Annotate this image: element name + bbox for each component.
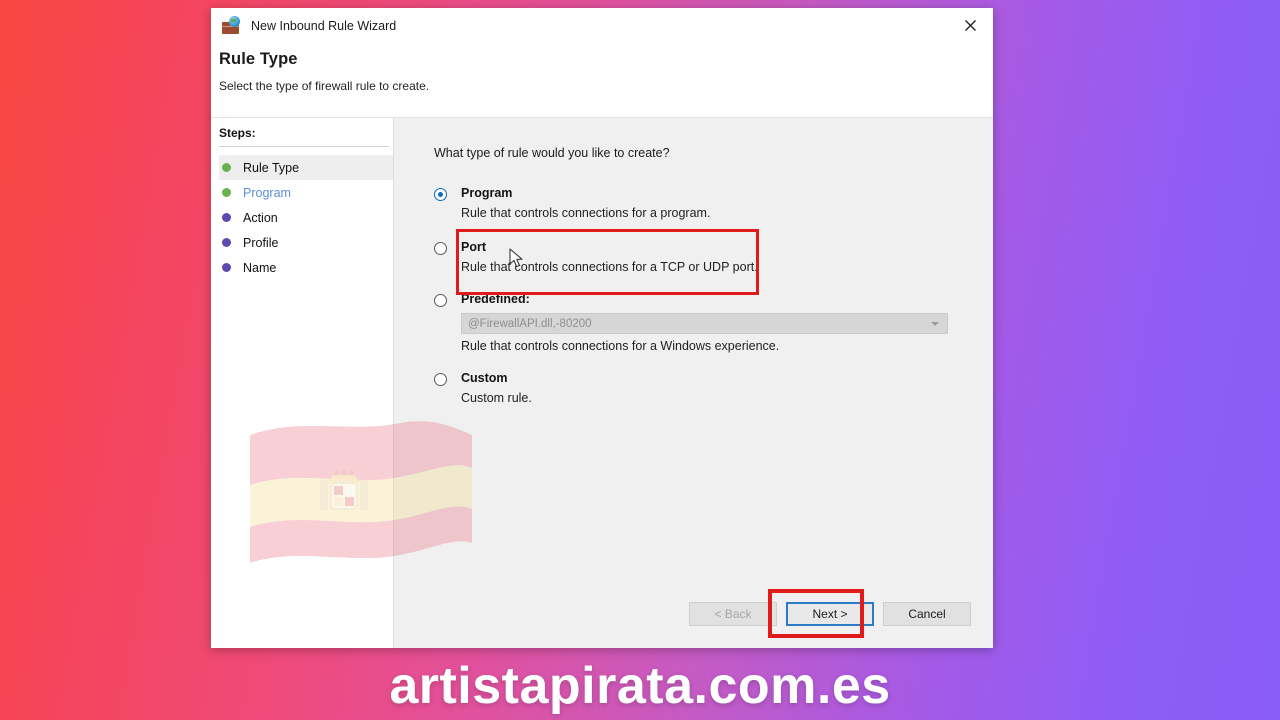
sidebar-item-rule-type[interactable]: Rule Type <box>219 155 393 180</box>
content-panel: What type of rule would you like to crea… <box>394 118 993 648</box>
dialog-header: Rule Type Select the type of firewall ru… <box>211 44 993 118</box>
option-title: Port <box>461 240 486 254</box>
step-bullet-icon <box>222 238 231 247</box>
site-watermark: artistapirata.com.es <box>389 657 891 715</box>
radio-port[interactable] <box>434 242 447 255</box>
predefined-rule-dropdown[interactable]: @FirewallAPI.dll,-80200 <box>461 313 948 334</box>
sidebar-item-label: Action <box>243 210 278 225</box>
back-button[interactable]: < Back <box>689 602 777 626</box>
option-predefined[interactable]: Predefined: @FirewallAPI.dll,-80200 Rule… <box>434 292 993 353</box>
dialog-titlebar: New Inbound Rule Wizard <box>211 8 993 44</box>
radio-custom[interactable] <box>434 373 447 386</box>
sidebar-item-program[interactable]: Program <box>219 180 393 205</box>
option-title: Custom <box>461 371 508 385</box>
dialog-body: Steps: Rule Type Program Action Profile <box>211 118 993 648</box>
radio-predefined[interactable] <box>434 294 447 307</box>
option-title: Program <box>461 186 513 200</box>
dialog-footer: < Back Next > Cancel <box>434 589 993 648</box>
window-title: New Inbound Rule Wizard <box>251 19 397 33</box>
firewall-globe-icon <box>221 16 243 36</box>
option-program[interactable]: Program Rule that controls connections f… <box>434 186 993 220</box>
radio-program[interactable] <box>434 188 447 201</box>
rule-type-question: What type of rule would you like to crea… <box>434 146 670 160</box>
steps-divider <box>219 146 389 147</box>
sidebar-item-action[interactable]: Action <box>219 205 393 230</box>
step-bullet-icon <box>222 263 231 272</box>
sidebar-item-name[interactable]: Name <box>219 255 393 280</box>
cancel-button[interactable]: Cancel <box>883 602 971 626</box>
chevron-down-icon <box>931 322 939 326</box>
option-description: Rule that controls connections for a pro… <box>461 206 711 220</box>
dropdown-value: @FirewallAPI.dll,-80200 <box>468 317 592 330</box>
sidebar-item-label: Program <box>243 185 291 200</box>
steps-panel: Steps: Rule Type Program Action Profile <box>211 118 394 648</box>
option-port[interactable]: Port Rule that controls connections for … <box>434 240 993 274</box>
step-bullet-icon <box>222 213 231 222</box>
steps-heading: Steps: <box>219 126 256 140</box>
page-title: Rule Type <box>219 50 298 68</box>
sidebar-item-label: Rule Type <box>243 160 300 175</box>
sidebar-item-label: Name <box>243 260 277 275</box>
step-bullet-icon <box>222 163 231 172</box>
sidebar-item-profile[interactable]: Profile <box>219 230 393 255</box>
option-title: Predefined: <box>461 292 530 306</box>
rule-type-options: Program Rule that controls connections f… <box>434 186 993 414</box>
new-inbound-rule-wizard-dialog: New Inbound Rule Wizard Rule Type Select… <box>211 8 993 648</box>
option-custom[interactable]: Custom Custom rule. <box>434 371 993 405</box>
option-description: Rule that controls connections for a TCP… <box>461 260 758 274</box>
step-bullet-icon <box>222 188 231 197</box>
sidebar-item-label: Profile <box>243 235 279 250</box>
page-subtitle: Select the type of firewall rule to crea… <box>219 79 430 93</box>
next-button[interactable]: Next > <box>786 602 874 626</box>
option-description: Rule that controls connections for a Win… <box>461 339 780 353</box>
close-icon[interactable] <box>947 8 993 42</box>
option-description: Custom rule. <box>461 391 532 405</box>
screen-background: New Inbound Rule Wizard Rule Type Select… <box>0 0 1280 720</box>
